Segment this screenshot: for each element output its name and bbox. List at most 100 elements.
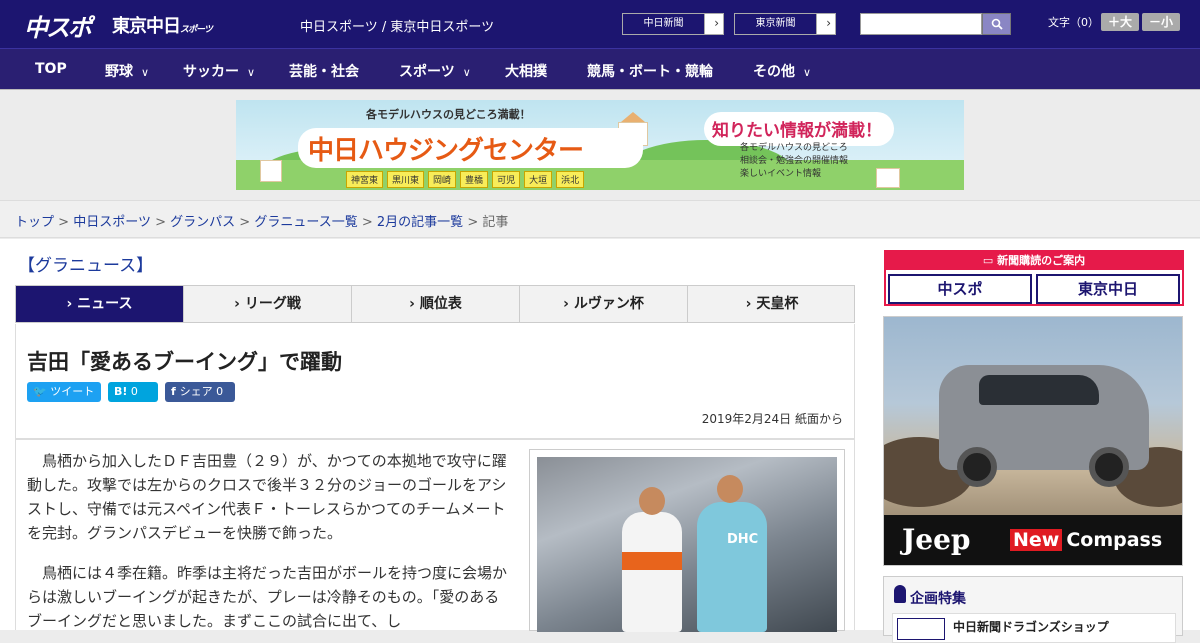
news-tabs: › ニュース › リーグ戦 › 順位表 › ルヴァン杯 › 天皇杯 xyxy=(15,285,855,323)
tab-emperors-cup[interactable]: › 天皇杯 xyxy=(688,286,856,322)
hatena-icon: B! xyxy=(114,385,128,398)
article-date: 2019年2月24日 紙面から xyxy=(701,412,843,426)
breadcrumb: トップ > 中日スポーツ > グランパス > グラニュース一覧 > 2月の記事一… xyxy=(15,211,508,230)
subscription-header-label: 新聞購読のご案内 xyxy=(997,254,1086,267)
nav-item-entertainment[interactable]: 芸能・社会 xyxy=(289,61,359,81)
banner-roof xyxy=(621,112,645,122)
banner-city: 豊橋 xyxy=(460,171,489,188)
tab-label: 天皇杯 xyxy=(756,296,799,312)
banner-house xyxy=(876,168,900,188)
ad-car-window xyxy=(979,375,1099,405)
breadcrumb-current: 記事 xyxy=(482,215,509,230)
banner-city: 岡崎 xyxy=(428,171,457,188)
ad-model-name: Compass xyxy=(1066,529,1163,551)
chuspo-logo[interactable]: 中スポ xyxy=(24,8,92,43)
tokyo-shimbun-button[interactable]: 東京新聞 › xyxy=(734,13,836,35)
nav-label: スポーツ xyxy=(399,64,455,80)
ribbon-icon xyxy=(894,585,906,603)
ad-model-text: New Compass xyxy=(1010,529,1162,551)
tab-standings[interactable]: › 順位表 xyxy=(352,286,520,322)
breadcrumb-link-gra-news[interactable]: グラニュース一覧 xyxy=(254,215,357,230)
nav-label: 大相撲 xyxy=(505,64,547,80)
breadcrumb-link-feb[interactable]: 2月の記事一覧 xyxy=(377,215,463,230)
tokyo-chunichi-logo-small: スポーツ xyxy=(180,25,213,35)
chunichi-shimbun-button[interactable]: 中日新聞 › xyxy=(622,13,724,35)
banner-info-item: 各モデルハウスの見どころ xyxy=(740,143,848,153)
nav-label: TOP xyxy=(35,61,67,77)
banner-city: 大垣 xyxy=(524,171,553,188)
main-nav: TOP 野球 ∨ サッカー ∨ 芸能・社会 スポーツ ∨ 大相撲 競馬・ボート・競輪 … xyxy=(0,48,1200,89)
nav-item-sumo[interactable]: 大相撲 xyxy=(505,61,547,81)
breadcrumb-separator: > xyxy=(239,215,251,230)
breadcrumb-link-top[interactable]: トップ xyxy=(15,215,54,230)
article-paragraph: 鳥栖から加入したＤＦ吉田豊（２９）が、かつての本拠地で攻守に躍動した。攻撃では左… xyxy=(27,452,507,542)
nav-label: 芸能・社会 xyxy=(289,64,359,80)
subscription-box: ▭ 新聞購読のご案内 中スポ 東京中日 xyxy=(884,250,1184,306)
tokyo-shimbun-label: 東京新聞 xyxy=(735,14,817,34)
banner-info-item: 楽しいイベント情報 xyxy=(740,169,822,179)
nav-item-baseball[interactable]: 野球 ∨ xyxy=(105,61,149,81)
chevron-down-icon: ∨ xyxy=(247,66,256,79)
ad-new-badge: New xyxy=(1010,529,1063,551)
subscription-header: ▭ 新聞購読のご案内 xyxy=(886,252,1182,270)
tokyo-chunichi-logo-text: 東京中日 xyxy=(112,16,181,37)
feature-title: 企画特集 xyxy=(910,591,966,607)
font-bigger-button[interactable]: ＋大 xyxy=(1101,13,1139,31)
ad-car-wheel xyxy=(1089,447,1129,487)
tweet-label: ツイート xyxy=(50,385,95,398)
photo-sponsor-text: DHC xyxy=(727,532,759,547)
search-button[interactable] xyxy=(982,13,1011,35)
facebook-share-button[interactable]: f シェア 0 xyxy=(165,382,235,402)
photo-head xyxy=(717,475,743,503)
jeep-compass-ad[interactable]: Jeep New Compass xyxy=(883,316,1183,566)
nav-item-other[interactable]: その他 ∨ xyxy=(753,61,811,81)
breadcrumb-link-grampus[interactable]: グランパス xyxy=(170,215,235,230)
hatena-count: 0 xyxy=(130,385,138,398)
feature-item[interactable]: 中日新聞ドラゴンズショップ xyxy=(892,613,1176,643)
chevron-down-icon: ∨ xyxy=(462,66,471,79)
chunichi-shimbun-label: 中日新聞 xyxy=(623,14,705,34)
banner-title: 中日ハウジングセンター xyxy=(308,136,584,166)
subscribe-tokyo-chunichi-button[interactable]: 東京中日 xyxy=(1036,274,1180,304)
nav-item-top[interactable]: TOP xyxy=(35,61,67,77)
photo-player-tosu xyxy=(697,502,767,632)
housing-center-banner[interactable]: 各モデルハウスの見どころ満載！ 中日ハウジングセンター 神宮東 黒川東 岡崎 豊橋 可児… xyxy=(236,100,964,190)
nav-item-soccer[interactable]: サッカー ∨ xyxy=(183,61,255,81)
ad-car xyxy=(939,365,1149,487)
font-smaller-button[interactable]: －小 xyxy=(1142,13,1180,31)
tokyo-chunichi-logo[interactable]: 東京中日スポーツ xyxy=(112,12,213,38)
site-names: 中日スポーツ / 東京中日スポーツ xyxy=(300,20,495,35)
banner-cities: 神宮東 黒川東 岡崎 豊橋 可児 大垣 浜北 xyxy=(346,168,588,188)
search-input[interactable] xyxy=(860,13,982,35)
chevron-right-icon: › xyxy=(714,16,719,30)
feature-thumb xyxy=(897,618,945,640)
tab-label: リーグ戦 xyxy=(244,296,301,312)
nav-label: その他 xyxy=(753,64,795,80)
nav-item-racing[interactable]: 競馬・ボート・競輪 xyxy=(587,61,713,81)
feature-item-title: 中日新聞ドラゴンズショップ xyxy=(953,620,1109,634)
banner-city: 神宮東 xyxy=(346,171,384,188)
breadcrumb-separator: > xyxy=(361,215,373,230)
article-header: 吉田「愛あるブーイング」で躍動 🐦 ツイート B! 0 f シェア 0 2019… xyxy=(15,324,855,439)
subscribe-chuspo-button[interactable]: 中スポ xyxy=(888,274,1032,304)
article-photo-frame: DHC xyxy=(529,449,845,632)
hatena-bookmark-button[interactable]: B! 0 xyxy=(108,382,158,402)
banner-house xyxy=(260,160,282,182)
twitter-icon: 🐦 xyxy=(33,385,51,398)
chevron-down-icon: ∨ xyxy=(141,66,150,79)
nav-item-sports[interactable]: スポーツ ∨ xyxy=(399,61,471,81)
tab-league[interactable]: › リーグ戦 xyxy=(184,286,352,322)
tab-label: 順位表 xyxy=(419,296,462,312)
tweet-button[interactable]: 🐦 ツイート xyxy=(27,382,101,402)
breadcrumb-link-chuspo[interactable]: 中日スポーツ xyxy=(73,215,151,230)
nav-label: 野球 xyxy=(105,64,133,80)
article-photo[interactable]: DHC xyxy=(537,457,837,632)
tab-news[interactable]: › ニュース xyxy=(16,286,184,322)
tab-levain-cup[interactable]: › ルヴァン杯 xyxy=(520,286,688,322)
top-bar: 中スポ 東京中日スポーツ 中日スポーツ / 東京中日スポーツ 中日新聞 › 東京… xyxy=(0,0,1200,48)
banner-subtitle: 各モデルハウスの見どころ満載！ xyxy=(366,108,531,121)
breadcrumb-separator: > xyxy=(155,215,166,230)
article-title: 吉田「愛あるブーイング」で躍動 xyxy=(27,350,342,374)
breadcrumb-bar: トップ > 中日スポーツ > グランパス > グラニュース一覧 > 2月の記事一… xyxy=(0,200,1200,238)
photo-head xyxy=(639,487,665,515)
